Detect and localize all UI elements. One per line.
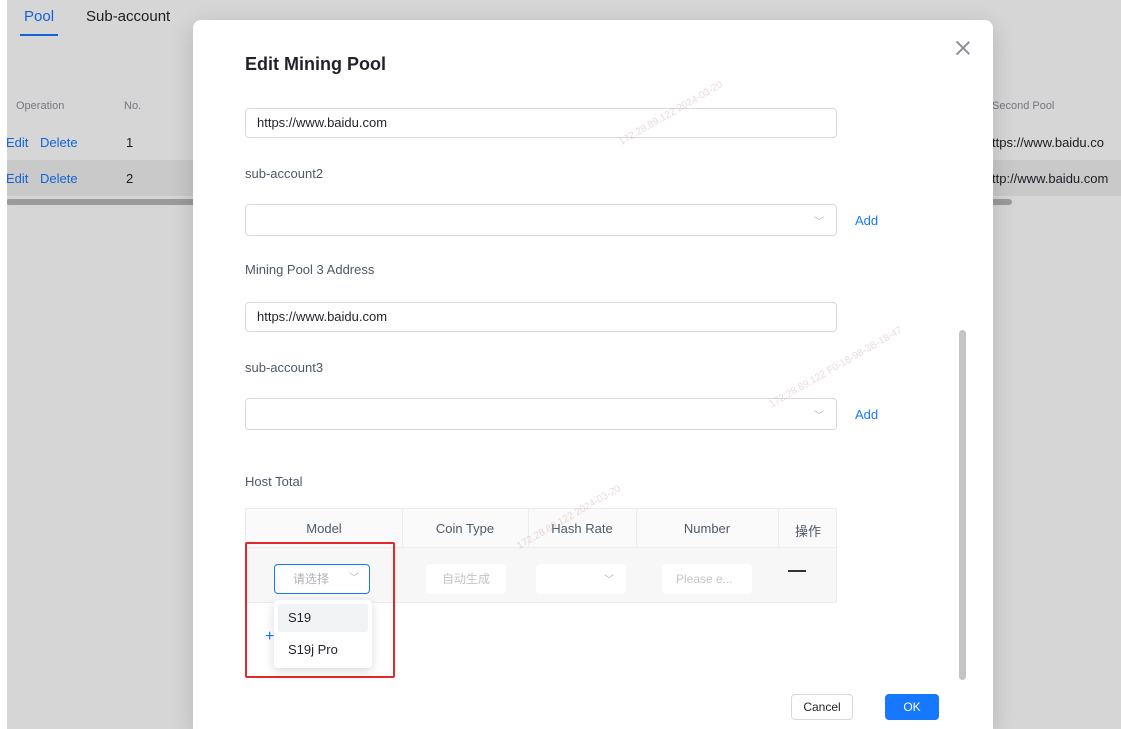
sub-account2-label: sub-account2 [245,166,324,181]
dialog-title: Edit Mining Pool [245,54,386,74]
vertical-scrollbar[interactable] [959,330,966,680]
sub-account3-select[interactable]: ﹀ [245,398,837,430]
col-model: Model [306,521,342,536]
host-total-label: Host Total [245,474,303,489]
hash-rate-select[interactable]: ﹀ [536,564,626,594]
annotation-highlight-box [245,542,395,678]
frame-edge [0,0,7,729]
sub-account3-label: sub-account3 [245,360,324,375]
chevron-down-icon: ﹀ [814,411,824,422]
col-coin-type: Coin Type [435,521,495,536]
ok-button[interactable]: OK [885,694,939,720]
cancel-button[interactable]: Cancel [791,694,853,720]
number-input[interactable]: Please e... [662,564,752,594]
col-operation: 操作 [794,524,821,539]
coin-type-value: 自动生成 [426,564,506,594]
sub-account2-select[interactable]: ﹀ [245,204,837,236]
add-sub-account3-button[interactable]: Add [855,407,878,422]
pool3-address-label: Mining Pool 3 Address [245,262,375,277]
pool2-address-field[interactable]: https://www.baidu.com [245,108,837,138]
pool3-address-field[interactable]: https://www.baidu.com [245,302,837,332]
col-number: Number [683,521,731,536]
edit-mining-pool-dialog: Edit Mining Pool https://www.baidu.com s… [193,20,993,729]
close-icon[interactable] [955,40,971,56]
add-sub-account2-button[interactable]: Add [855,213,878,228]
chevron-down-icon: ﹀ [814,217,824,228]
minus-icon[interactable] [788,570,806,572]
chevron-down-icon: ﹀ [604,575,614,586]
